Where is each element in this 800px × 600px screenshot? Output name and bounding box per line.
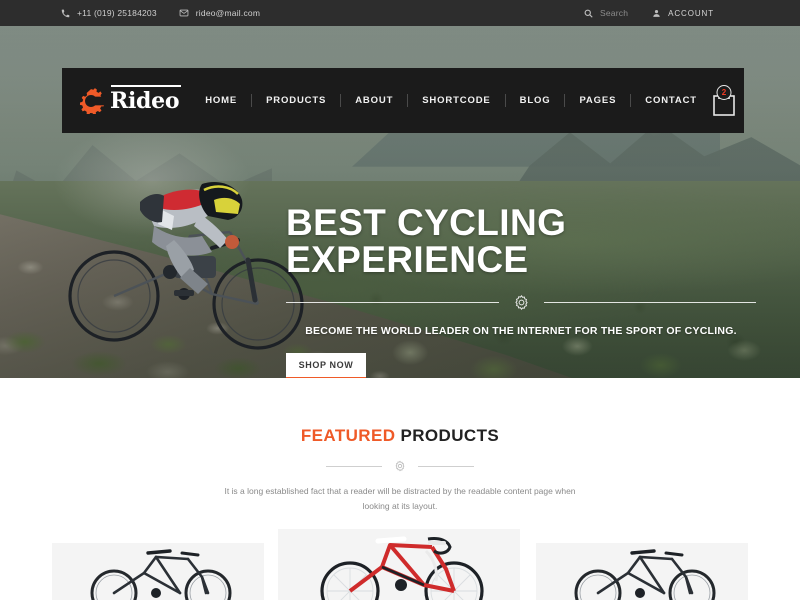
topbar-actions-group: Search ACCOUNT xyxy=(584,8,714,18)
topbar-phone-text: +11 (019) 25184203 xyxy=(77,8,157,18)
search-icon xyxy=(584,9,593,18)
gear-icon xyxy=(78,87,104,114)
nav-item-pages[interactable]: PAGES xyxy=(565,95,630,106)
site-logo[interactable]: Rideo xyxy=(78,84,182,114)
nav-item-about[interactable]: ABOUT xyxy=(341,95,407,106)
hero-cyclist-image xyxy=(62,144,308,359)
hero-title: BEST CYCLING EXPERIENCE xyxy=(286,202,567,280)
phone-icon xyxy=(61,9,70,18)
account-button[interactable]: ACCOUNT xyxy=(652,9,714,18)
nav-item-contact[interactable]: CONTACT xyxy=(631,95,711,106)
hero-section: Rideo HOME PRODUCTS ABOUT SHORTCODE BLOG… xyxy=(0,26,800,378)
topbar-email-text: rideo@mail.com xyxy=(195,8,261,18)
account-label: ACCOUNT xyxy=(668,8,714,18)
nav-item-home[interactable]: HOME xyxy=(191,95,251,106)
nav-item-shortcode[interactable]: SHORTCODE xyxy=(408,95,504,106)
divider-line-left xyxy=(326,465,382,467)
cart-button[interactable]: 2 xyxy=(711,84,737,116)
mountain-bike-dark-left-image xyxy=(90,549,232,600)
cart-count-badge: 2 xyxy=(716,84,732,100)
divider-line-right xyxy=(418,465,474,467)
main-menu: HOME PRODUCTS ABOUT SHORTCODE BLOG PAGES… xyxy=(191,94,711,107)
road-bike-red-center-image xyxy=(320,536,484,600)
envelope-icon xyxy=(179,8,189,18)
search-button[interactable]: Search xyxy=(584,8,628,18)
hero-subtitle: BECOME THE WORLD LEADER ON THE INTERNET … xyxy=(305,325,737,337)
topbar: +11 (019) 25184203 rideo@mail.com Search… xyxy=(0,0,800,26)
nav-item-blog[interactable]: BLOG xyxy=(506,95,565,106)
featured-heading-accent: FEATURED xyxy=(300,426,396,445)
mountain-bike-dark-right-image xyxy=(574,549,716,600)
product-card[interactable] xyxy=(52,543,264,600)
topbar-phone[interactable]: +11 (019) 25184203 xyxy=(61,8,157,18)
featured-heading-rest: PRODUCTS xyxy=(395,426,500,445)
product-card[interactable] xyxy=(536,543,748,600)
gear-icon xyxy=(513,294,530,311)
divider-line-left xyxy=(286,302,499,303)
product-card-list xyxy=(0,528,800,600)
user-icon xyxy=(652,9,661,18)
product-card[interactable] xyxy=(278,529,520,600)
gear-icon xyxy=(394,460,406,472)
nav-item-products[interactable]: PRODUCTS xyxy=(252,95,340,106)
featured-products-section: FEATURED PRODUCTS It is a long establish… xyxy=(0,378,800,600)
logo-text: Rideo xyxy=(110,84,182,114)
hero-copy: BEST CYCLING EXPERIENCE BECOME THE WORLD… xyxy=(286,204,756,378)
featured-heading: FEATURED PRODUCTS xyxy=(0,378,800,446)
header-navbar: Rideo HOME PRODUCTS ABOUT SHORTCODE BLOG… xyxy=(62,68,744,133)
topbar-email[interactable]: rideo@mail.com xyxy=(179,8,260,18)
featured-description: It is a long established fact that a rea… xyxy=(224,486,576,511)
hero-divider xyxy=(286,294,756,311)
topbar-contact-group: +11 (019) 25184203 rideo@mail.com xyxy=(61,8,260,18)
divider-line-right xyxy=(543,302,756,303)
shop-now-button[interactable]: SHOP NOW xyxy=(286,353,366,378)
search-label: Search xyxy=(600,8,629,18)
featured-divider xyxy=(0,460,800,472)
